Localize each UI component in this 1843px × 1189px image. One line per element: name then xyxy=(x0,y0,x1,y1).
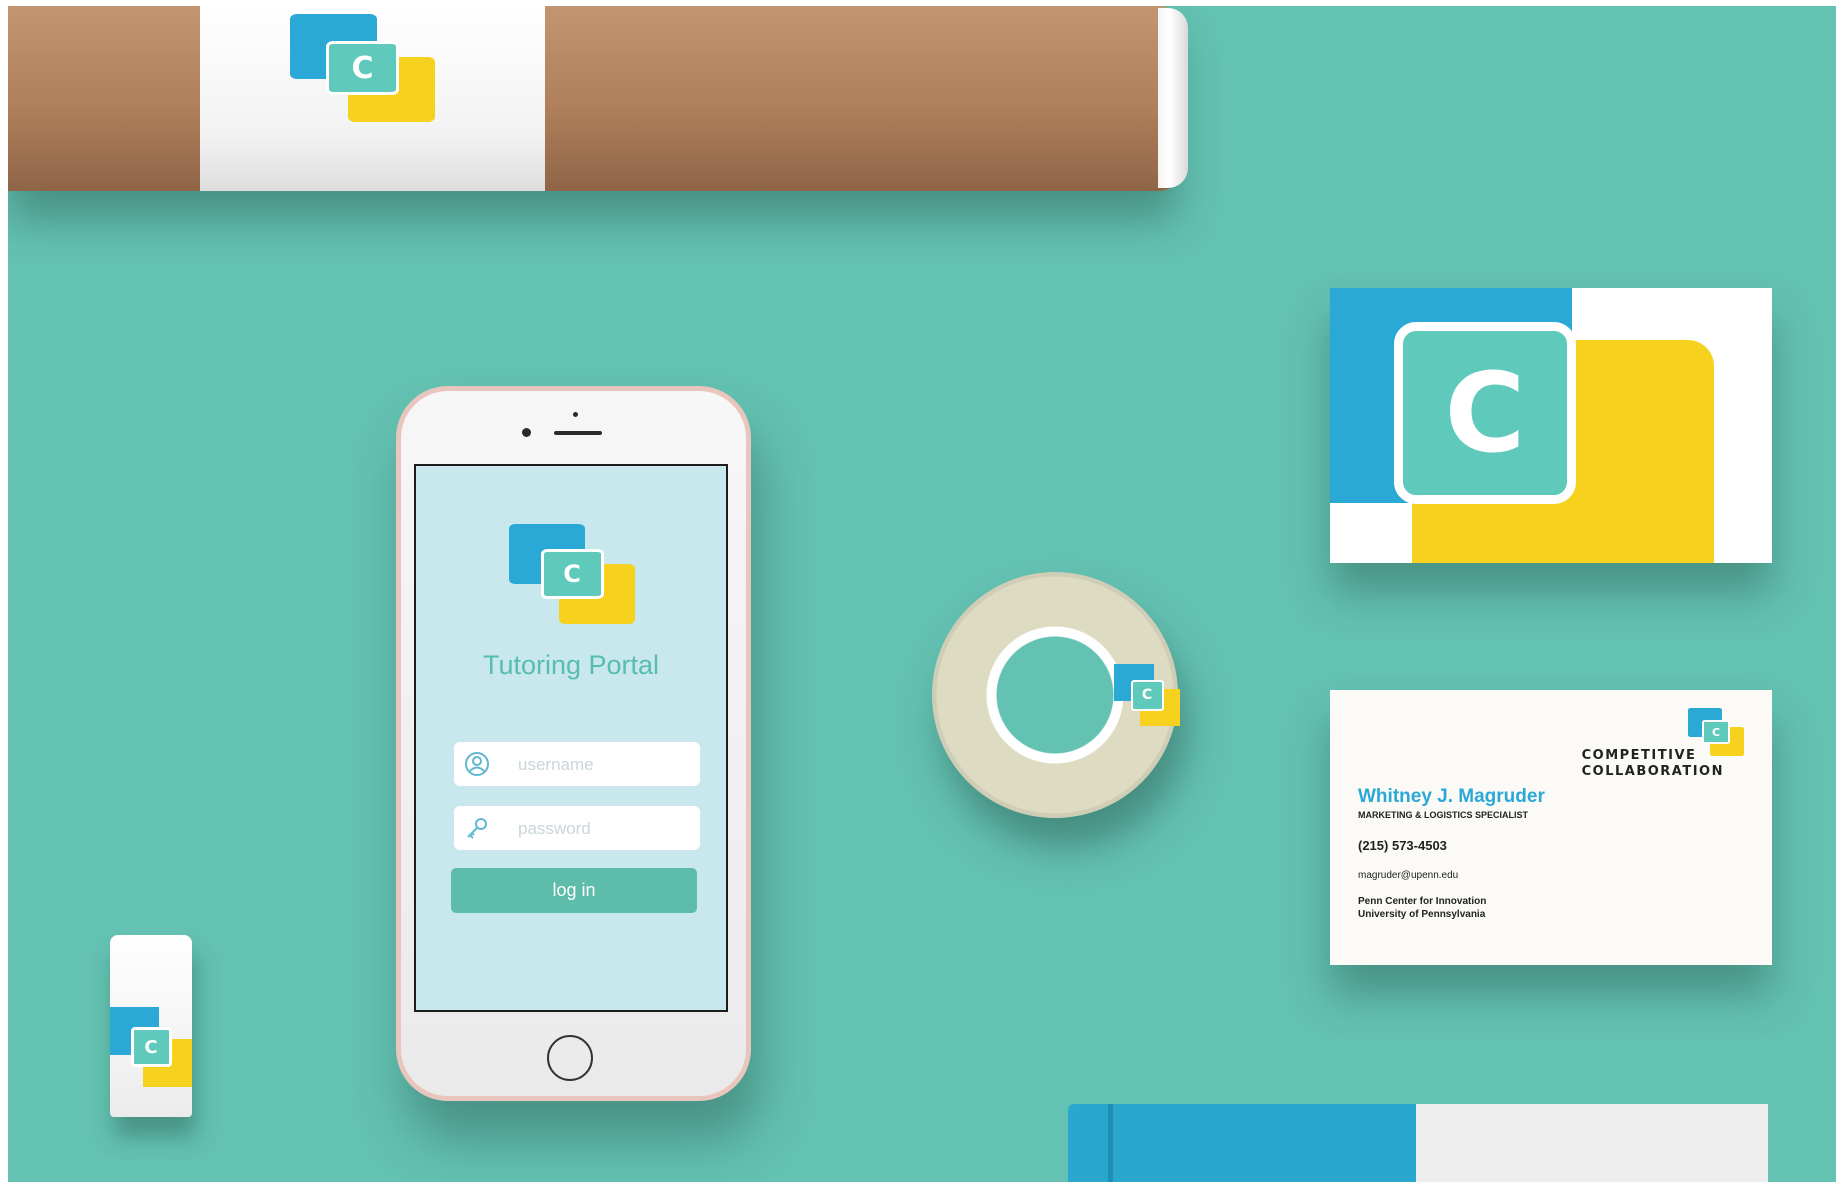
app-title: Tutoring Portal xyxy=(482,650,660,680)
tape-roll: C xyxy=(932,572,1180,818)
password-input[interactable] xyxy=(516,814,690,844)
log-in-button[interactable]: log in xyxy=(451,868,697,913)
contact-role: MARKETING & LOGISTICS SPECIALIST xyxy=(1358,810,1529,820)
tube-label: C xyxy=(200,6,545,191)
smartphone: C Tutoring Portal log in xyxy=(396,386,751,1101)
key-icon xyxy=(467,818,487,839)
notebook-spine xyxy=(1108,1104,1113,1182)
notebook xyxy=(1068,1104,1768,1182)
contact-name: Whitney J. Magruder xyxy=(1358,786,1545,807)
business-card-back: C COMPETITIVE COLLABORATION Whitney J. M… xyxy=(1330,690,1772,965)
logo-c-mark: C xyxy=(130,1027,172,1067)
contact-org-line1: Penn Center for Innovation xyxy=(1358,896,1487,907)
business-card-front: C xyxy=(1330,288,1772,563)
tube-end-cap xyxy=(1158,8,1188,188)
logo-c-mark: C xyxy=(540,549,604,599)
phone-camera xyxy=(522,428,531,437)
logo-c-mark: C xyxy=(1394,322,1576,504)
home-button[interactable] xyxy=(547,1035,593,1081)
tube-logo: C xyxy=(290,14,435,122)
logo-c-mark: C xyxy=(1130,679,1164,711)
username-input[interactable] xyxy=(516,750,690,780)
branded-eraser: C xyxy=(110,935,192,1117)
logo-c-mark: C xyxy=(326,41,399,95)
contact-email: magruder@upenn.edu xyxy=(1358,870,1459,881)
tape-logo: C xyxy=(1114,664,1180,726)
company-name-line1: COMPETITIVE xyxy=(1581,748,1697,763)
branding-mockup-scene: C C Tutoring Portal username log in C C … xyxy=(8,6,1836,1182)
contact-org-line2: University of Pennsylvania xyxy=(1358,909,1486,920)
contact-phone: (215) 573-4503 xyxy=(1358,838,1447,853)
phone-screen: C Tutoring Portal log in xyxy=(414,464,728,1012)
mailing-tube: C xyxy=(8,6,1178,191)
notebook-page xyxy=(1416,1104,1768,1182)
company-name-line2: COLLABORATION xyxy=(1581,764,1724,779)
app-logo: C xyxy=(509,524,635,624)
phone-speaker xyxy=(554,431,602,435)
user-icon xyxy=(465,752,489,776)
company-name: COMPETITIVE COLLABORATION xyxy=(1582,748,1724,780)
eraser-logo: C xyxy=(110,1007,192,1087)
logo-c-mark: C xyxy=(1702,720,1730,744)
username-field[interactable] xyxy=(454,742,700,786)
password-field[interactable] xyxy=(454,806,700,850)
phone-sensor xyxy=(573,412,578,417)
